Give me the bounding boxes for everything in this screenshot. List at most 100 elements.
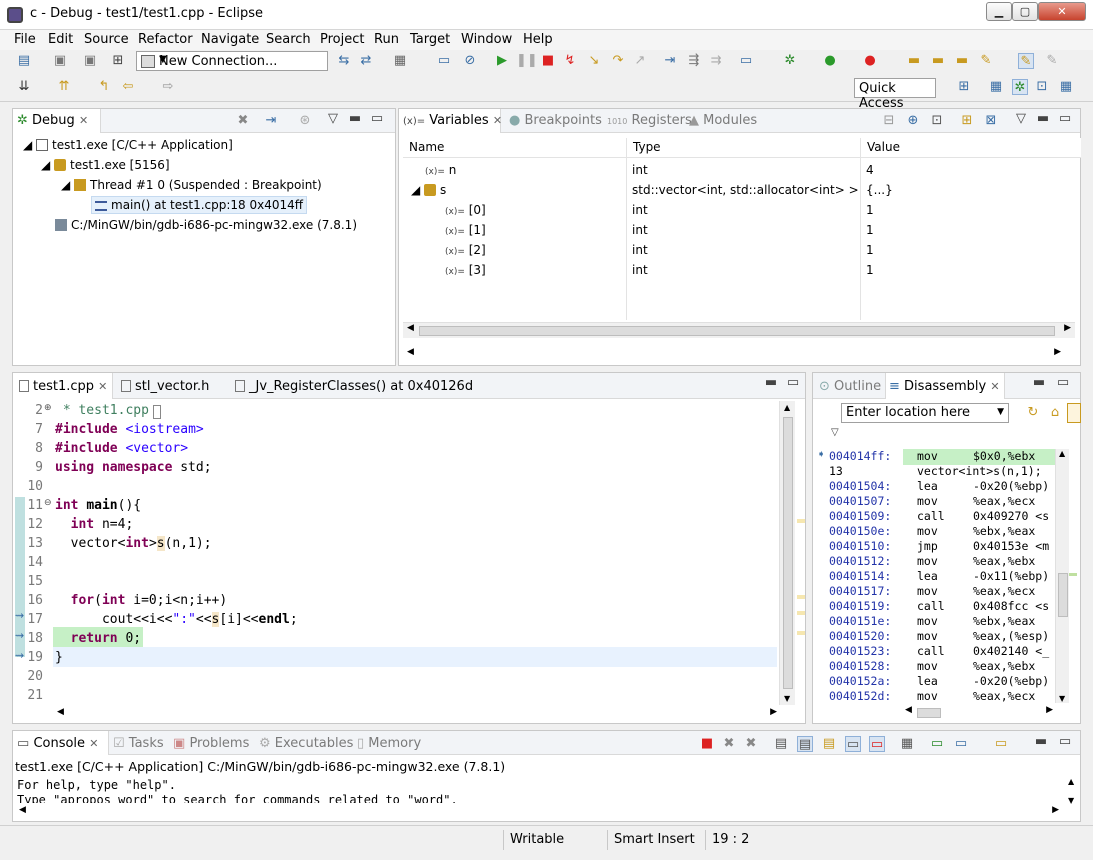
variable-row-element[interactable]: (x)= [1] bbox=[445, 223, 486, 237]
menu-source[interactable]: Source bbox=[84, 32, 129, 47]
console-vscroll[interactable]: ▲ ▼ bbox=[1065, 777, 1079, 805]
disassembly-vscroll[interactable]: ▲ ▼ bbox=[1055, 449, 1069, 703]
disassembly-address[interactable]: 00401514: bbox=[829, 569, 891, 583]
disassembly-operands[interactable]: %eax,%ecx bbox=[973, 689, 1053, 703]
tab-variables[interactable]: (x)= Variables ✕ bbox=[403, 113, 502, 128]
disassembly-address[interactable]: 00401517: bbox=[829, 584, 891, 598]
remove-all-icon[interactable]: ✖ bbox=[743, 736, 759, 752]
maximize-icon[interactable]: ▭ bbox=[369, 111, 385, 127]
collapse-all-icon[interactable]: ⊟ bbox=[881, 113, 897, 129]
disassembly-opcode[interactable]: mov bbox=[917, 659, 938, 673]
open-project-icon[interactable]: ▬ bbox=[930, 53, 946, 69]
column-type[interactable]: Type bbox=[633, 140, 661, 154]
tab-outline[interactable]: ⊙ Outline bbox=[819, 379, 881, 394]
highlight-icon[interactable]: ✎ bbox=[1018, 53, 1034, 69]
disassembly-operands[interactable]: %eax,(%esp) bbox=[973, 629, 1053, 643]
tree-item[interactable]: ◢ Thread #1 0 (Suspended : Breakpoint) bbox=[61, 178, 322, 192]
disassembly-opcode[interactable]: lea bbox=[917, 674, 938, 688]
drop-frame-icon[interactable]: ⇶ bbox=[686, 53, 702, 69]
minimize-button[interactable]: ▁ bbox=[986, 2, 1012, 21]
terminate-icon[interactable]: ■ bbox=[699, 736, 715, 752]
disassembly-address[interactable]: 00401523: bbox=[829, 644, 891, 658]
scroll-thumb[interactable] bbox=[1058, 573, 1068, 617]
variables-hscroll[interactable]: ◀ ▶ bbox=[403, 322, 1075, 338]
variable-value[interactable]: 1 bbox=[866, 223, 874, 237]
display-icon[interactable]: ▭ bbox=[738, 53, 754, 69]
disassembly-operands[interactable]: %ebx,%eax bbox=[973, 524, 1053, 538]
menu-navigate[interactable]: Navigate bbox=[201, 32, 259, 47]
disassembly-address[interactable]: 00401520: bbox=[829, 629, 891, 643]
maximize-icon[interactable]: ▭ bbox=[1057, 111, 1073, 127]
pen-icon[interactable]: ✎ bbox=[1044, 53, 1060, 69]
chevron-down-icon[interactable]: ▼ bbox=[159, 54, 324, 65]
overview-marker[interactable] bbox=[797, 611, 805, 615]
resource-perspective-icon[interactable]: ▦ bbox=[1058, 79, 1074, 95]
cpp-perspective-icon[interactable]: ▦ bbox=[988, 79, 1004, 95]
code-line[interactable]: for(int i=0;i<n;i++) bbox=[55, 593, 228, 608]
annotation-next-icon[interactable]: ⇊ bbox=[16, 79, 32, 95]
disassembly-address[interactable]: 0040152a: bbox=[829, 674, 891, 688]
thread-group-icon[interactable]: ⊛ bbox=[297, 113, 313, 129]
disassembly-opcode[interactable]: mov bbox=[917, 629, 938, 643]
variable-value[interactable]: 1 bbox=[866, 203, 874, 217]
disassembly-address[interactable]: 004014ff: bbox=[829, 449, 891, 463]
disassembly-opcode[interactable]: lea bbox=[917, 479, 938, 493]
step-mode-icon[interactable]: ⇥ bbox=[263, 113, 279, 129]
minimize-icon[interactable]: ▬ bbox=[1033, 734, 1049, 750]
disassembly-operands[interactable]: %eax,%ebx bbox=[973, 554, 1053, 568]
disassembly-operands[interactable]: -0x20(%ebp) bbox=[973, 479, 1053, 493]
disassembly-address[interactable]: 00401519: bbox=[829, 599, 891, 613]
scroll-thumb[interactable] bbox=[419, 326, 1055, 336]
show-stderr-icon[interactable]: ▭ bbox=[869, 736, 885, 752]
use-step-filters-icon[interactable]: ⇉ bbox=[708, 53, 724, 69]
disassembly-address[interactable]: 0040150e: bbox=[829, 524, 891, 538]
stack-frame-selected[interactable]: main() at test1.cpp:18 0x4014ff bbox=[91, 196, 308, 214]
add-watch-icon[interactable]: ⊕ bbox=[905, 113, 921, 129]
scroll-thumb[interactable] bbox=[783, 417, 793, 689]
tree-item[interactable]: ◢ test1.exe [C/C++ Application] bbox=[23, 138, 233, 152]
tab-console[interactable]: ▭ Console ✕ bbox=[17, 736, 98, 751]
quick-access-field[interactable]: Quick Access bbox=[854, 78, 936, 111]
overview-marker[interactable] bbox=[797, 631, 805, 635]
open-file-icon[interactable]: ▬ bbox=[954, 53, 970, 69]
annotation-prev-icon[interactable]: ⇈ bbox=[56, 79, 72, 95]
tree-item[interactable]: ◢ test1.exe [5156] bbox=[41, 158, 170, 172]
overview-marker[interactable] bbox=[797, 595, 805, 599]
variable-row-element[interactable]: (x)= [2] bbox=[445, 243, 486, 257]
column-name[interactable]: Name bbox=[409, 140, 444, 154]
step-into-icon[interactable]: ↘ bbox=[586, 53, 602, 69]
run-icon[interactable]: ● bbox=[822, 53, 838, 69]
variable-row-element[interactable]: (x)= [3] bbox=[445, 263, 486, 277]
go-to-location-icon[interactable]: ↻ bbox=[1025, 405, 1041, 421]
disassembly-address[interactable]: 00401528: bbox=[829, 659, 891, 673]
tab-disassembly-location[interactable]: _Jv_RegisterClasses() at 0x40126d bbox=[235, 379, 473, 394]
editor-hscroll[interactable]: ◀ ▶ bbox=[55, 707, 779, 723]
forward-icon[interactable]: ⇨ bbox=[160, 79, 176, 95]
disassembly-operands[interactable]: 0x408fcc <s bbox=[973, 599, 1053, 613]
tab-problems[interactable]: ▣ Problems bbox=[173, 736, 249, 751]
fold-expand-icon[interactable]: ⊕ bbox=[44, 403, 52, 413]
code-line[interactable]: #include <vector> bbox=[55, 441, 188, 456]
maximize-icon[interactable]: ▭ bbox=[1057, 734, 1073, 750]
tab-debug[interactable]: ✲ Debug ✕ bbox=[17, 113, 88, 128]
code-line[interactable]: vector<int>s(n,1); bbox=[55, 536, 212, 551]
disassembly-address[interactable]: 00401507: bbox=[829, 494, 891, 508]
debug-perspective-icon[interactable]: ✲ bbox=[1012, 79, 1028, 95]
minimize-icon[interactable]: ▬ bbox=[347, 111, 363, 127]
tab-breakpoints[interactable]: ● Breakpoints bbox=[509, 113, 602, 128]
disassembly-hscroll[interactable]: ◀ ▶ bbox=[903, 705, 1055, 721]
variable-value[interactable]: 1 bbox=[866, 243, 874, 257]
chevron-down-icon[interactable]: ▽ bbox=[831, 427, 839, 438]
variable-row-element[interactable]: (x)= [0] bbox=[445, 203, 486, 217]
connection-combo[interactable]: New Connection... ▼ bbox=[136, 51, 328, 71]
disassembly-operands[interactable]: %eax,%ecx bbox=[973, 584, 1053, 598]
remove-launch-icon[interactable]: ✖ bbox=[721, 736, 737, 752]
code-line[interactable]: using namespace std; bbox=[55, 460, 212, 475]
view-menu-icon[interactable]: ▽ bbox=[325, 111, 341, 127]
location-input[interactable]: Enter location here ▼ bbox=[841, 403, 1009, 423]
layout-icon[interactable]: ⊡ bbox=[929, 113, 945, 129]
menu-run[interactable]: Run bbox=[374, 32, 399, 47]
disassembly-operands[interactable]: -0x20(%ebp) bbox=[973, 674, 1053, 688]
word-wrap-icon[interactable]: ▤ bbox=[821, 736, 837, 752]
disassembly-address[interactable]: 13 bbox=[829, 464, 843, 478]
